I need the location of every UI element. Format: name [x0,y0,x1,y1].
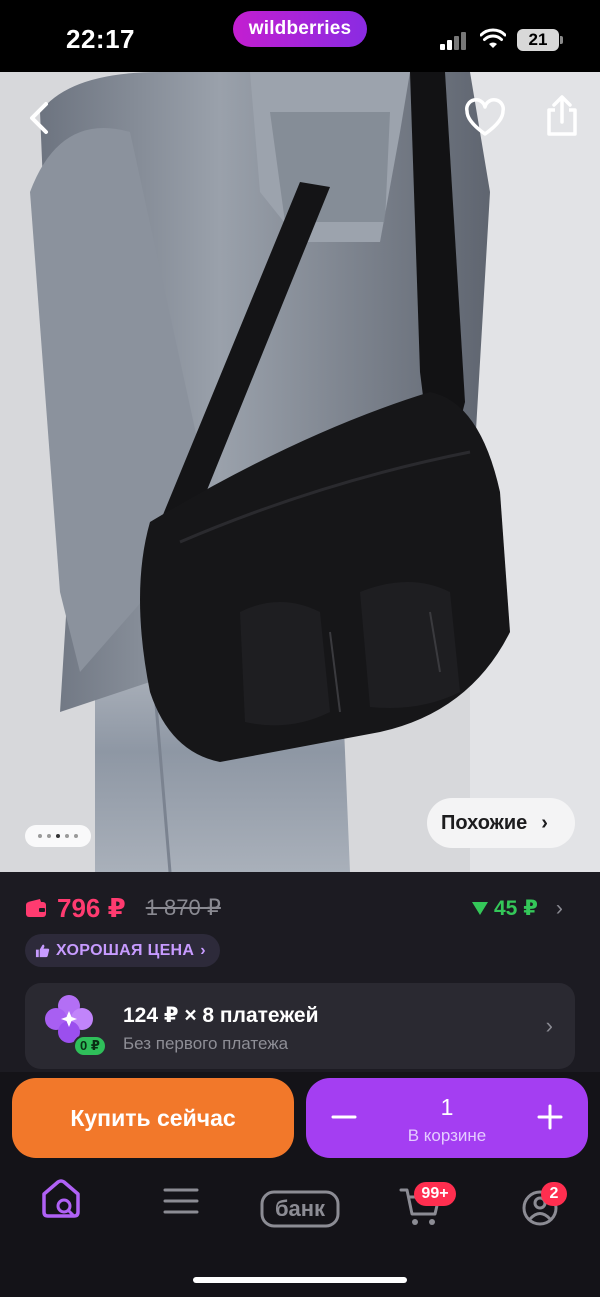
similar-button[interactable]: Похожие › [427,798,575,848]
chevron-right-icon: › [545,1013,553,1038]
old-price: 1 870 ₽ [145,895,221,920]
wifi-icon [480,28,506,48]
home-indicator[interactable] [193,1277,407,1283]
good-price-label: ХОРОШАЯ ЦЕНА [56,941,195,959]
thumbs-up-icon [35,944,50,958]
product-photo [0,72,600,872]
installment-card[interactable]: 0 ₽ 124 ₽ × 8 платежей Без первого плате… [25,983,575,1069]
brand-pill[interactable]: wildberries [233,11,367,47]
chevron-right-icon: › [541,811,548,834]
good-price-badge[interactable]: ХОРОШАЯ ЦЕНА › [25,934,220,967]
wallet-icon [26,899,46,917]
battery-indicator: 21 [517,29,563,51]
bank-tab[interactable]: банк [260,1172,340,1232]
arrow-down-icon [472,902,488,915]
product-info-panel: 796 ₽ 1 870 ₽ 45 ₽ › ХОРОШАЯ ЦЕНА › 0 ₽ … [0,872,600,1072]
cart-quantity-control: 1 В корзине [306,1078,588,1158]
cart-count-badge: 99+ [414,1182,456,1206]
plus-icon[interactable] [536,1103,564,1131]
installment-subtitle: Без первого платежа [123,1034,289,1053]
current-price: 796 ₽ [57,892,126,923]
buy-now-button[interactable]: Купить сейчас [12,1078,294,1158]
gallery-pagination[interactable] [25,825,91,847]
installment-zero-badge: 0 ₽ [73,1035,107,1057]
status-time: 22:17 [66,24,135,54]
bank-label: банк [274,1196,326,1221]
heart-icon[interactable] [463,98,507,138]
status-bar: 22:17 wildberries 21 [0,0,600,72]
signal-icon [440,30,470,50]
bottom-tab-bar: банк [0,1172,600,1252]
bonus-cashback[interactable]: 45 ₽ › [472,896,563,921]
price-row: 796 ₽ 1 870 ₽ [25,893,221,923]
chevron-right-icon: › [200,941,206,959]
product-gallery[interactable]: Похожие › [0,72,600,872]
chevron-right-icon: › [555,896,563,920]
back-icon[interactable] [20,98,60,138]
bonus-value: 45 ₽ [494,897,538,920]
catalog-icon[interactable] [160,1172,202,1232]
share-icon[interactable] [540,94,584,138]
similar-label: Похожие [441,811,528,834]
installment-title: 124 ₽ × 8 платежей [123,1004,319,1027]
home-search-icon[interactable] [40,1172,82,1232]
profile-notification-badge: 2 [541,1182,567,1206]
